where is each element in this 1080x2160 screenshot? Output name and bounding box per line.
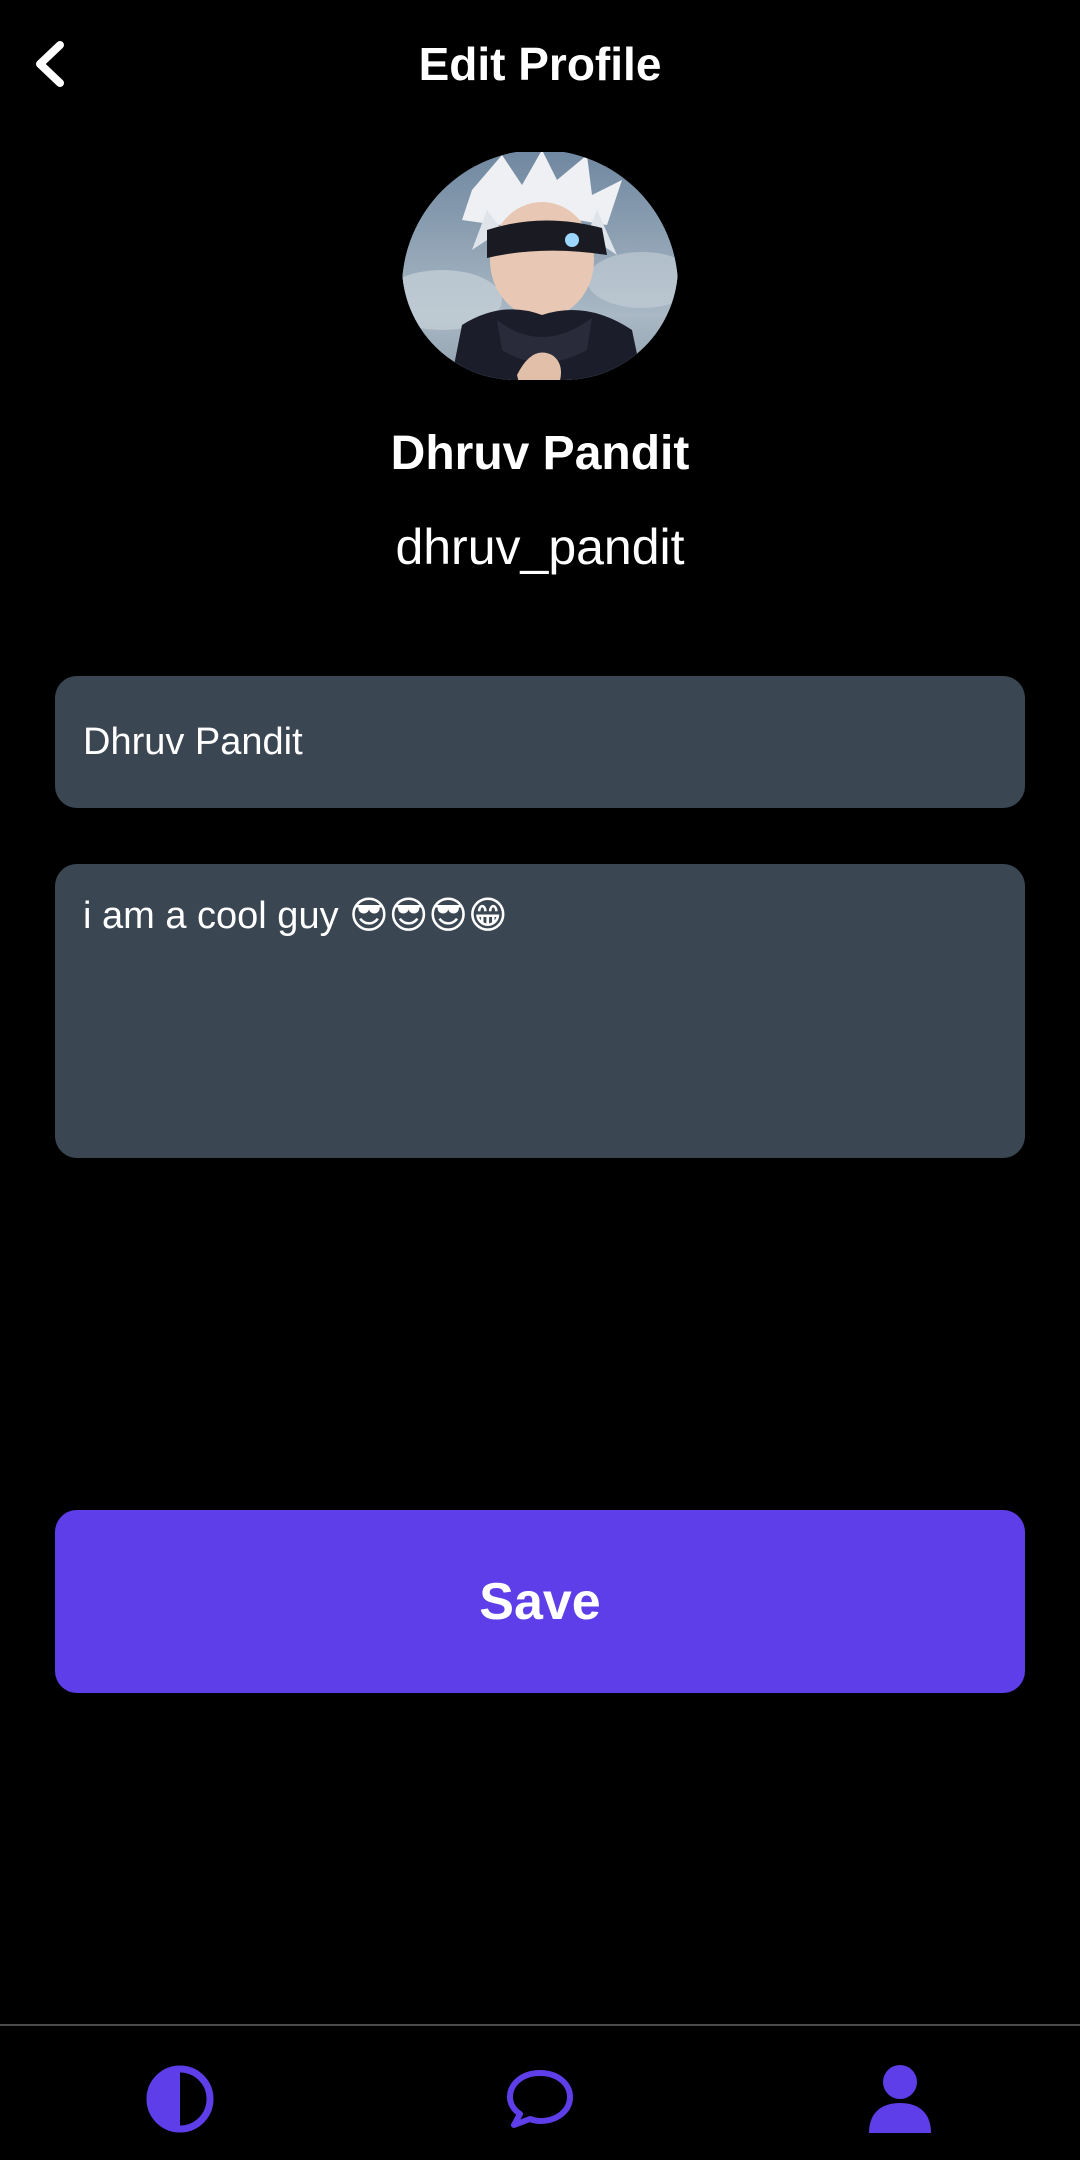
chat-bubble-icon <box>507 2070 573 2128</box>
profile-username: dhruv_pandit <box>395 519 685 575</box>
header: Edit Profile <box>0 0 1080 128</box>
save-button[interactable]: Save <box>55 1510 1025 1693</box>
avatar-image <box>402 152 678 380</box>
bio-textarea[interactable]: i am a cool guy 😎😎😎😁 <box>55 864 1025 1158</box>
nav-profile[interactable] <box>855 2054 945 2144</box>
page-title: Edit Profile <box>418 38 662 90</box>
bottom-navigation <box>0 2024 1080 2160</box>
theme-toggle-icon <box>146 2065 214 2133</box>
name-input[interactable] <box>55 676 1025 808</box>
user-profile-icon <box>869 2065 931 2133</box>
nav-chat[interactable] <box>495 2054 585 2144</box>
avatar[interactable] <box>402 152 678 380</box>
profile-display-name: Dhruv Pandit <box>390 427 690 480</box>
nav-theme-toggle[interactable] <box>135 2054 225 2144</box>
